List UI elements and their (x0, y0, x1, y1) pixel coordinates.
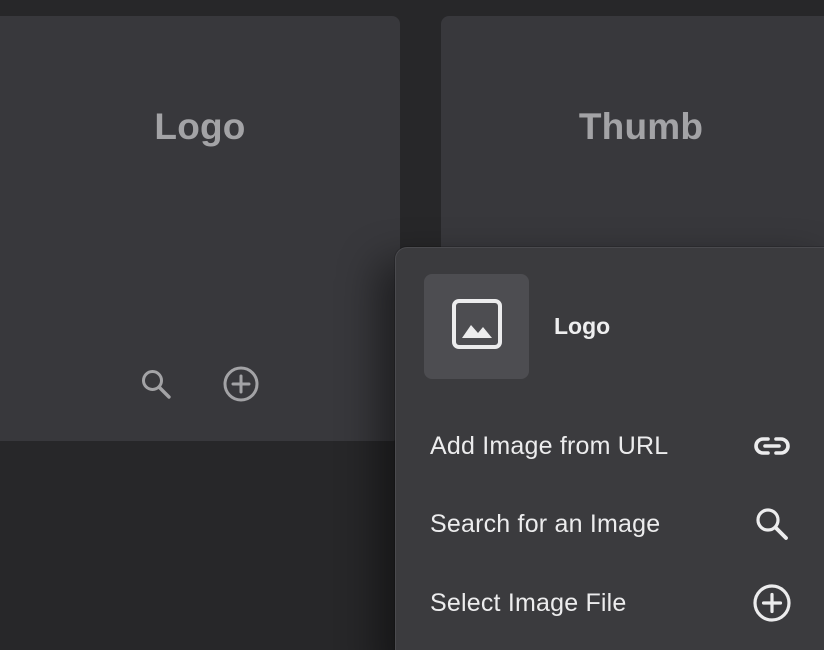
image-source-popover: Logo Add Image from URL Search for an Im… (395, 247, 824, 650)
search-icon (139, 367, 173, 401)
select-image-file-item[interactable]: Select Image File (430, 579, 792, 627)
thumb-card-title: Thumb (578, 106, 704, 147)
image-picker-stage: Logo Thumb Logo Add Image from URL Searc… (0, 0, 824, 650)
plus-circle-icon (222, 365, 260, 403)
search-for-image-item[interactable]: Search for an Image (430, 500, 792, 548)
search-icon (752, 504, 792, 544)
image-icon (451, 298, 503, 355)
logo-card[interactable]: Logo (0, 16, 400, 441)
add-image-from-url-item[interactable]: Add Image from URL (430, 422, 792, 470)
logo-add-button[interactable] (220, 363, 262, 405)
logo-card-title: Logo (154, 106, 246, 147)
popover-header: Logo (424, 274, 610, 379)
logo-card-actions (0, 363, 400, 405)
popover-thumbnail (424, 274, 529, 379)
logo-search-button[interactable] (135, 363, 177, 405)
menu-item-label: Add Image from URL (430, 431, 669, 460)
menu-item-label: Select Image File (430, 588, 627, 617)
plus-circle-icon (752, 583, 792, 623)
link-icon (752, 426, 792, 466)
popover-title: Logo (554, 313, 611, 339)
menu-item-label: Search for an Image (430, 509, 661, 538)
